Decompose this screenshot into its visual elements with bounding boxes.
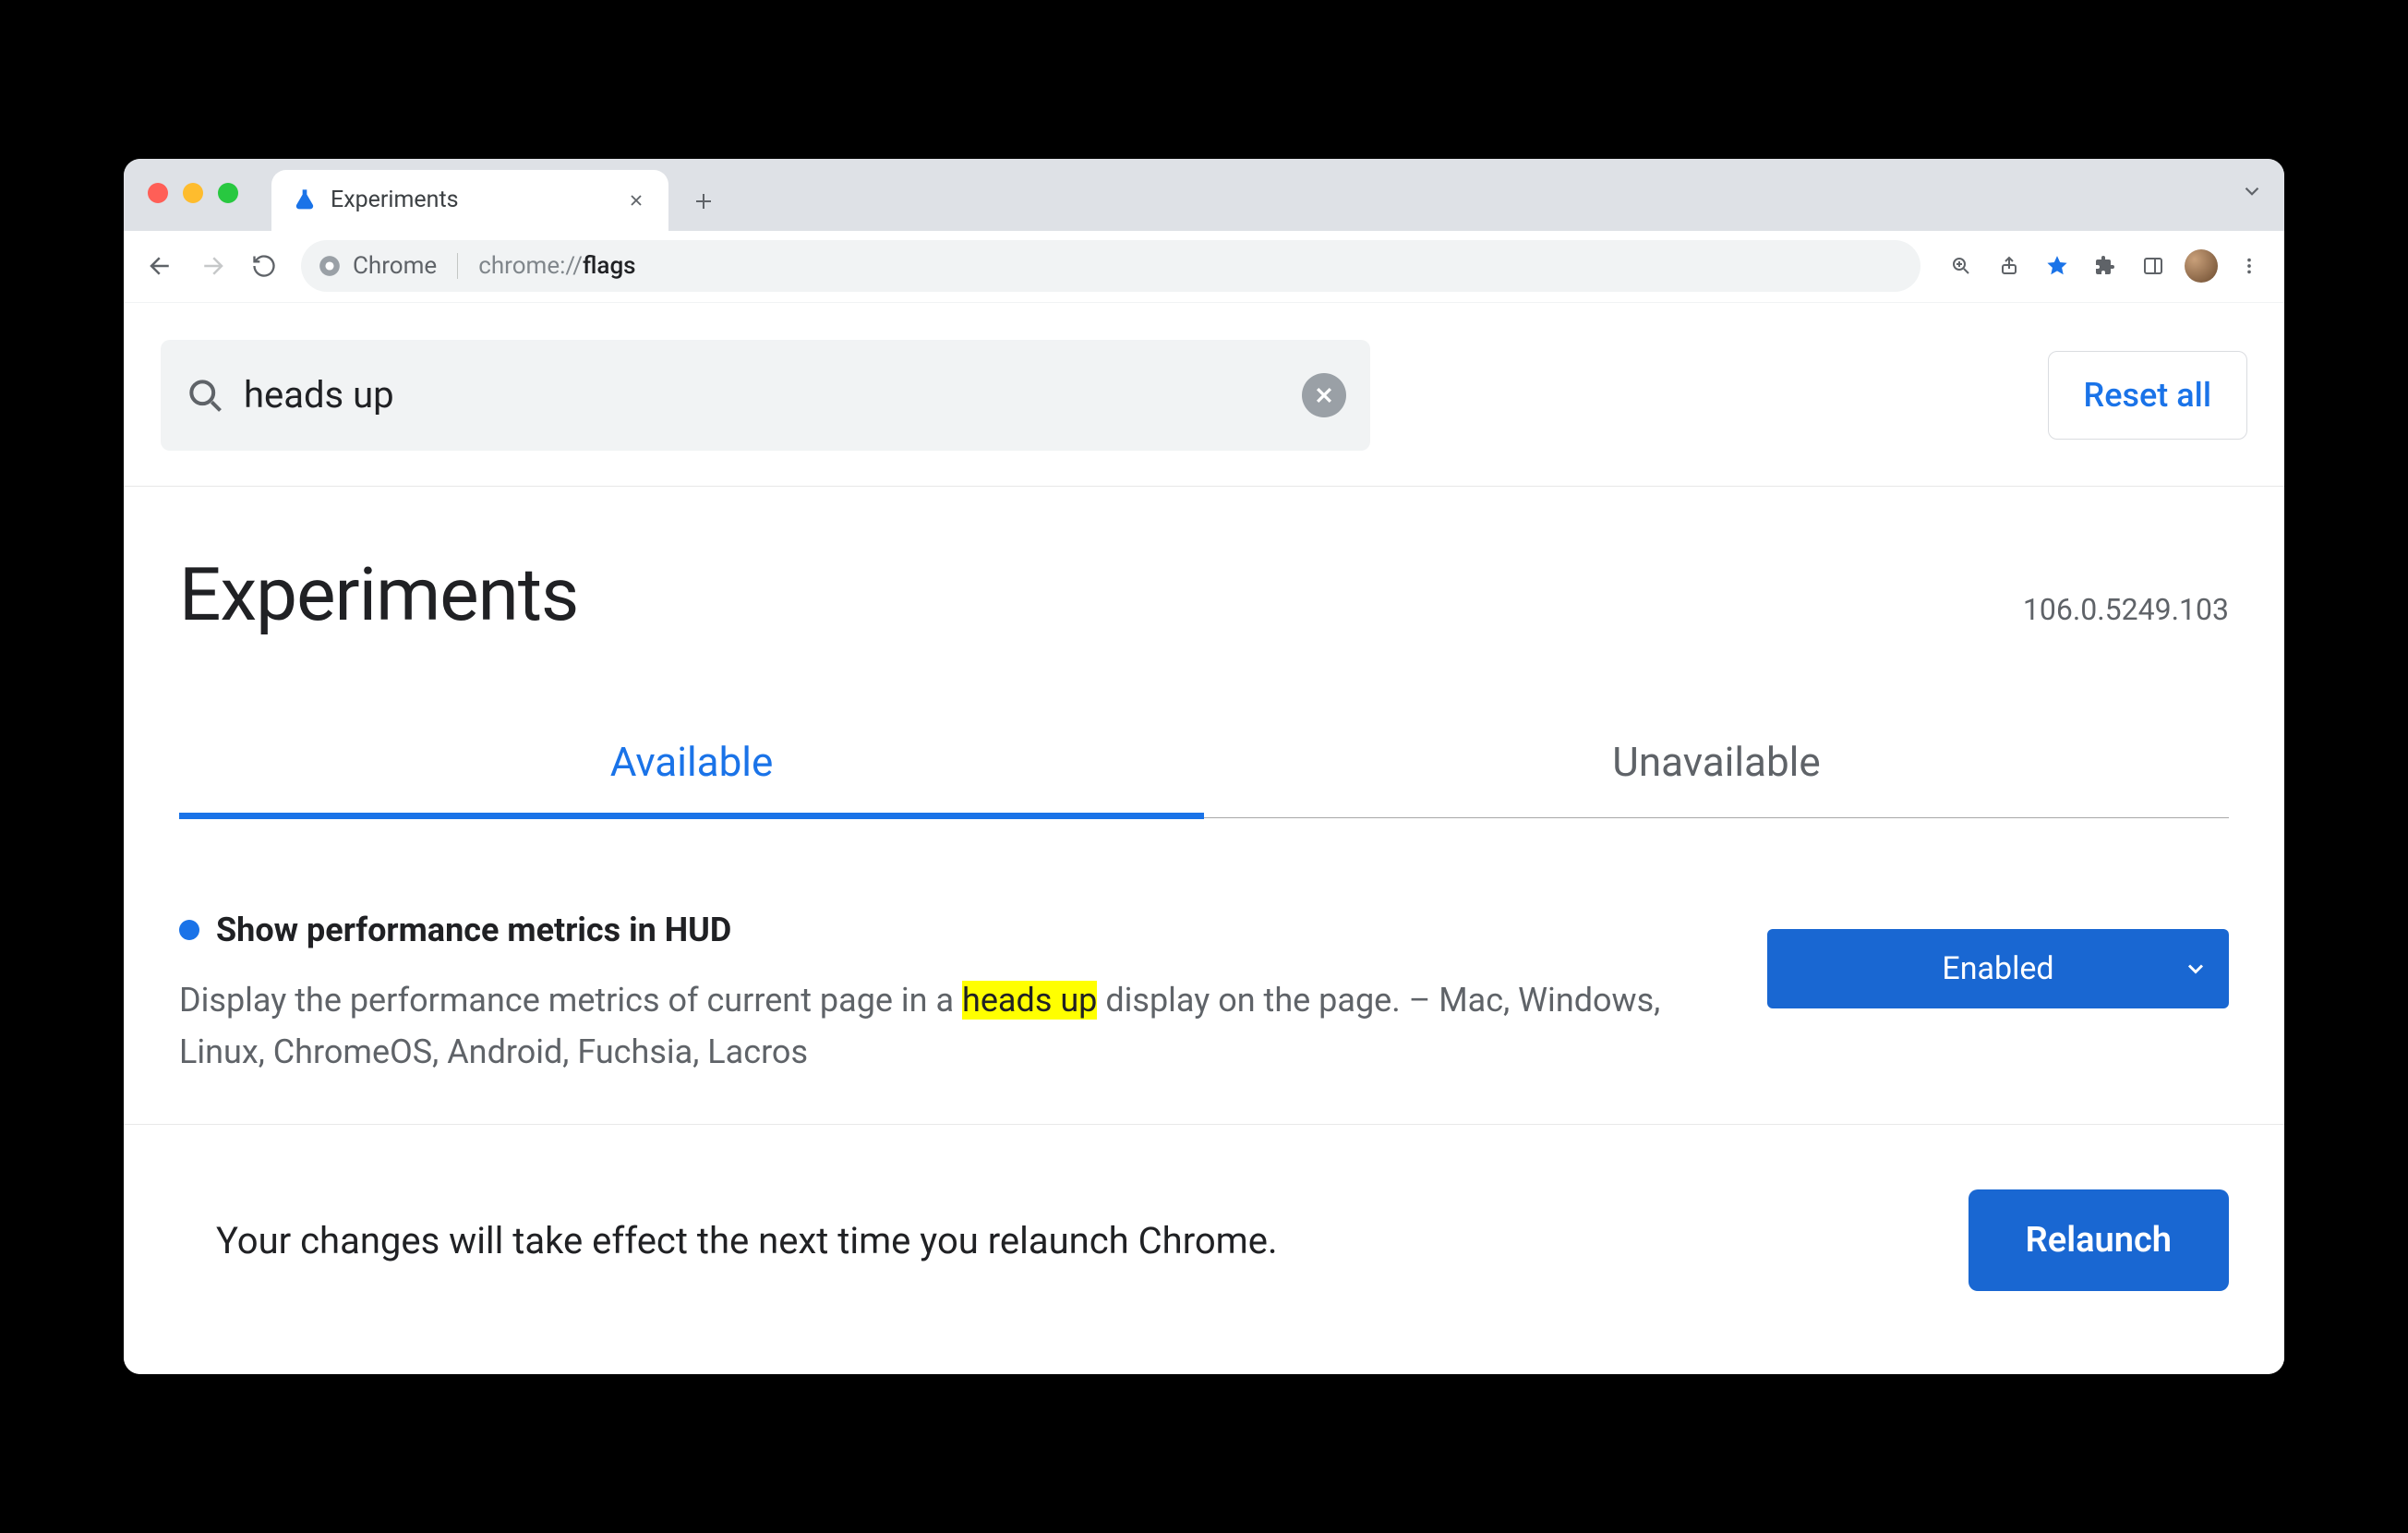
omnibox-chip: Chrome bbox=[353, 252, 437, 280]
search-input[interactable] bbox=[242, 372, 1302, 417]
close-tab-icon[interactable] bbox=[624, 188, 648, 212]
page-content: Reset all Experiments 106.0.5249.103 Ava… bbox=[124, 303, 2284, 1375]
search-field-wrapper bbox=[161, 340, 1370, 451]
share-icon[interactable] bbox=[1989, 246, 2029, 286]
flag-description: Display the performance metrics of curre… bbox=[179, 975, 1730, 1079]
flag-desc-before: Display the performance metrics of curre… bbox=[179, 981, 962, 1020]
kebab-menu-icon[interactable] bbox=[2229, 246, 2270, 286]
clear-search-icon[interactable] bbox=[1302, 373, 1346, 417]
browser-tab[interactable]: Experiments bbox=[271, 170, 668, 231]
flag-title: Show performance metrics in HUD bbox=[216, 911, 731, 949]
chevron-down-icon bbox=[2183, 956, 2209, 982]
fullscreen-window-button[interactable] bbox=[218, 183, 238, 203]
reload-button[interactable] bbox=[242, 244, 286, 288]
page-title: Experiments bbox=[179, 551, 578, 638]
tab-strip: Experiments bbox=[271, 159, 728, 231]
titlebar: Experiments bbox=[124, 159, 2284, 231]
reset-all-button[interactable]: Reset all bbox=[2048, 351, 2247, 440]
tab-unavailable[interactable]: Unavailable bbox=[1204, 712, 2229, 817]
close-window-button[interactable] bbox=[148, 183, 168, 203]
back-button[interactable] bbox=[138, 244, 183, 288]
search-icon bbox=[185, 375, 225, 416]
zoom-icon[interactable] bbox=[1941, 246, 1981, 286]
window-controls bbox=[148, 183, 238, 203]
flag-row: Show performance metrics in HUD Display … bbox=[124, 818, 2284, 1126]
extensions-icon[interactable] bbox=[2085, 246, 2125, 286]
omnibox[interactable]: Chrome chrome://flags bbox=[301, 240, 1920, 292]
side-panel-icon[interactable] bbox=[2133, 246, 2173, 286]
modified-dot-icon bbox=[179, 920, 199, 940]
flag-state-dropdown[interactable]: Enabled bbox=[1767, 929, 2229, 1008]
dropdown-value: Enabled bbox=[1942, 950, 2053, 987]
tab-row: Available Unavailable bbox=[179, 712, 2229, 818]
relaunch-message: Your changes will take effect the next t… bbox=[216, 1219, 1278, 1262]
bookmark-star-icon[interactable] bbox=[2037, 246, 2077, 286]
relaunch-button[interactable]: Relaunch bbox=[1969, 1189, 2229, 1291]
forward-button[interactable] bbox=[190, 244, 235, 288]
flag-body: Show performance metrics in HUD Display … bbox=[179, 911, 1730, 1079]
omnibox-url-path: flags bbox=[583, 252, 636, 280]
tab-available[interactable]: Available bbox=[179, 712, 1204, 817]
tab-list-chevron-icon[interactable] bbox=[2240, 179, 2264, 203]
minimize-window-button[interactable] bbox=[183, 183, 203, 203]
toolbar: Chrome chrome://flags bbox=[124, 231, 2284, 303]
toolbar-right bbox=[1941, 246, 2270, 286]
flag-desc-highlight: heads up bbox=[962, 981, 1097, 1020]
header-row: Experiments 106.0.5249.103 bbox=[124, 487, 2284, 657]
omnibox-url: chrome://flags bbox=[478, 252, 635, 280]
omnibox-separator bbox=[457, 253, 458, 279]
omnibox-url-prefix: chrome:// bbox=[478, 252, 583, 280]
tab-title: Experiments bbox=[331, 187, 611, 213]
new-tab-button[interactable] bbox=[680, 177, 728, 225]
version-label: 106.0.5249.103 bbox=[2023, 592, 2229, 627]
profile-avatar[interactable] bbox=[2181, 246, 2221, 286]
search-bar-row: Reset all bbox=[124, 303, 2284, 487]
flag-title-line: Show performance metrics in HUD bbox=[179, 911, 1730, 949]
footer-bar: Your changes will take effect the next t… bbox=[124, 1125, 2284, 1374]
browser-window: Experiments Chrome bbox=[124, 159, 2284, 1375]
chrome-icon bbox=[318, 254, 342, 278]
flask-icon bbox=[292, 187, 318, 213]
